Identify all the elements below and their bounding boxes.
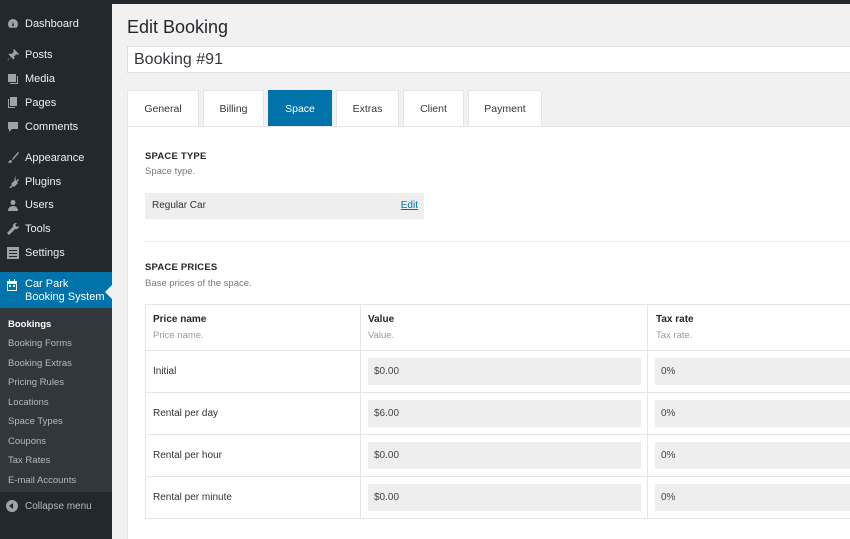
tax-rate-input[interactable]: 0% <box>655 358 850 385</box>
page-title: Edit Booking <box>127 17 229 37</box>
sidebar-item-dashboard[interactable]: Dashboard <box>0 12 112 36</box>
sidebar-item-plugins[interactable]: Plugins <box>0 170 112 194</box>
sidebar-item-settings[interactable]: Settings <box>0 241 112 265</box>
submenu-item-locations[interactable]: Locations <box>8 397 49 408</box>
submenu-item-pricing-rules[interactable]: Pricing Rules <box>8 377 64 388</box>
price-value-input[interactable]: $0.00 <box>368 442 641 469</box>
table-row-divider <box>145 434 850 435</box>
sidebar-item-users[interactable]: Users <box>0 193 112 217</box>
tax-rate-input[interactable]: 0% <box>655 400 850 427</box>
space-type-description: Space type. <box>145 166 196 177</box>
dashboard-icon <box>6 18 19 31</box>
submenu-item-booking-extras[interactable]: Booking Extras <box>8 358 72 369</box>
space-type-value: Regular Car <box>152 200 206 211</box>
sidebar-item-car-park-booking-system[interactable]: Car Park Booking System <box>0 272 112 312</box>
price-value-input[interactable]: $0.00 <box>368 358 641 385</box>
price-value-input[interactable]: $6.00 <box>368 400 641 427</box>
tab-billing[interactable]: Billing <box>203 90 264 127</box>
column-header-tax-rate: Tax rate <box>656 314 694 325</box>
booking-title-field[interactable]: Booking #91 <box>127 46 850 73</box>
table-column-divider <box>647 304 648 519</box>
section-divider <box>145 241 850 242</box>
collapse-menu-button[interactable]: Collapse menu <box>0 494 112 518</box>
collapse-icon <box>6 500 18 512</box>
brush-icon <box>6 152 19 165</box>
active-arrow <box>105 285 112 299</box>
column-header-price-name: Price name <box>153 314 207 325</box>
sidebar-item-label: Media <box>25 73 55 85</box>
space-prices-description: Base prices of the space. <box>145 278 252 289</box>
user-icon <box>6 199 19 212</box>
sidebar-item-tools[interactable]: Tools <box>0 217 112 241</box>
tax-rate-input[interactable]: 0% <box>655 484 850 511</box>
plug-icon <box>6 176 19 189</box>
price-name-initial: Initial <box>153 366 177 377</box>
tab-client[interactable]: Client <box>403 90 464 127</box>
sidebar-item-comments[interactable]: Comments <box>0 115 112 139</box>
submenu-item-booking-forms[interactable]: Booking Forms <box>8 338 72 349</box>
tab-space[interactable]: Space <box>268 90 332 127</box>
collapse-menu-label: Collapse menu <box>25 500 92 512</box>
sidebar-item-label: Tools <box>25 223 51 235</box>
tab-general[interactable]: General <box>127 90 199 127</box>
calendar-icon <box>6 279 18 291</box>
sidebar-item-label: Appearance <box>25 152 85 164</box>
column-subheader-value: Value. <box>368 330 395 341</box>
pages-icon <box>6 97 19 110</box>
sidebar-item-label: Car Park Booking System <box>25 278 105 303</box>
admin-top-bar <box>0 0 850 4</box>
sidebar-item-label: Comments <box>25 121 79 133</box>
price-name-rental-per-day: Rental per day <box>153 408 219 419</box>
sidebar-item-posts[interactable]: Posts <box>0 43 112 67</box>
submenu-item-email-accounts[interactable]: E-mail Accounts <box>8 475 76 486</box>
sidebar-item-appearance[interactable]: Appearance <box>0 146 112 170</box>
sidebar-item-label: Posts <box>25 49 53 61</box>
price-name-rental-per-minute: Rental per minute <box>153 492 232 503</box>
pin-icon <box>6 49 19 62</box>
tax-rate-input[interactable]: 0% <box>655 442 850 469</box>
sidebar-submenu: Bookings Booking Forms Booking Extras Pr… <box>0 308 112 492</box>
space-type-heading: SPACE TYPE <box>145 151 207 162</box>
submenu-item-space-types[interactable]: Space Types <box>8 416 63 427</box>
tab-extras[interactable]: Extras <box>336 90 399 127</box>
table-row-divider <box>145 350 850 351</box>
submenu-item-tax-rates[interactable]: Tax Rates <box>8 455 50 466</box>
sidebar-item-label: Users <box>25 199 54 211</box>
table-row-divider <box>145 476 850 477</box>
table-row-divider <box>145 392 850 393</box>
column-subheader-tax-rate: Tax rate. <box>656 330 693 341</box>
column-subheader-price-name: Price name. <box>153 330 204 341</box>
comment-icon <box>6 121 19 134</box>
media-icon <box>6 73 19 86</box>
sidebar-item-label: Settings <box>25 247 65 259</box>
submenu-item-bookings[interactable]: Bookings <box>8 319 51 330</box>
tab-payment[interactable]: Payment <box>468 90 542 127</box>
submenu-item-coupons[interactable]: Coupons <box>8 436 46 447</box>
wrench-icon <box>6 223 19 236</box>
sidebar-item-label: Pages <box>25 97 57 109</box>
price-name-rental-per-hour: Rental per hour <box>153 450 222 461</box>
settings-icon <box>6 247 19 260</box>
space-type-edit-link[interactable]: Edit <box>401 200 418 211</box>
table-column-divider <box>360 304 361 519</box>
sidebar-item-label: Plugins <box>25 176 62 188</box>
sidebar-item-media[interactable]: Media <box>0 67 112 91</box>
space-type-box: Regular Car Edit <box>145 193 424 219</box>
sidebar-item-pages[interactable]: Pages <box>0 91 112 115</box>
price-value-input[interactable]: $0.00 <box>368 484 641 511</box>
sidebar-item-label: Dashboard <box>25 18 79 30</box>
space-prices-heading: SPACE PRICES <box>145 262 218 273</box>
column-header-value: Value <box>368 314 395 325</box>
